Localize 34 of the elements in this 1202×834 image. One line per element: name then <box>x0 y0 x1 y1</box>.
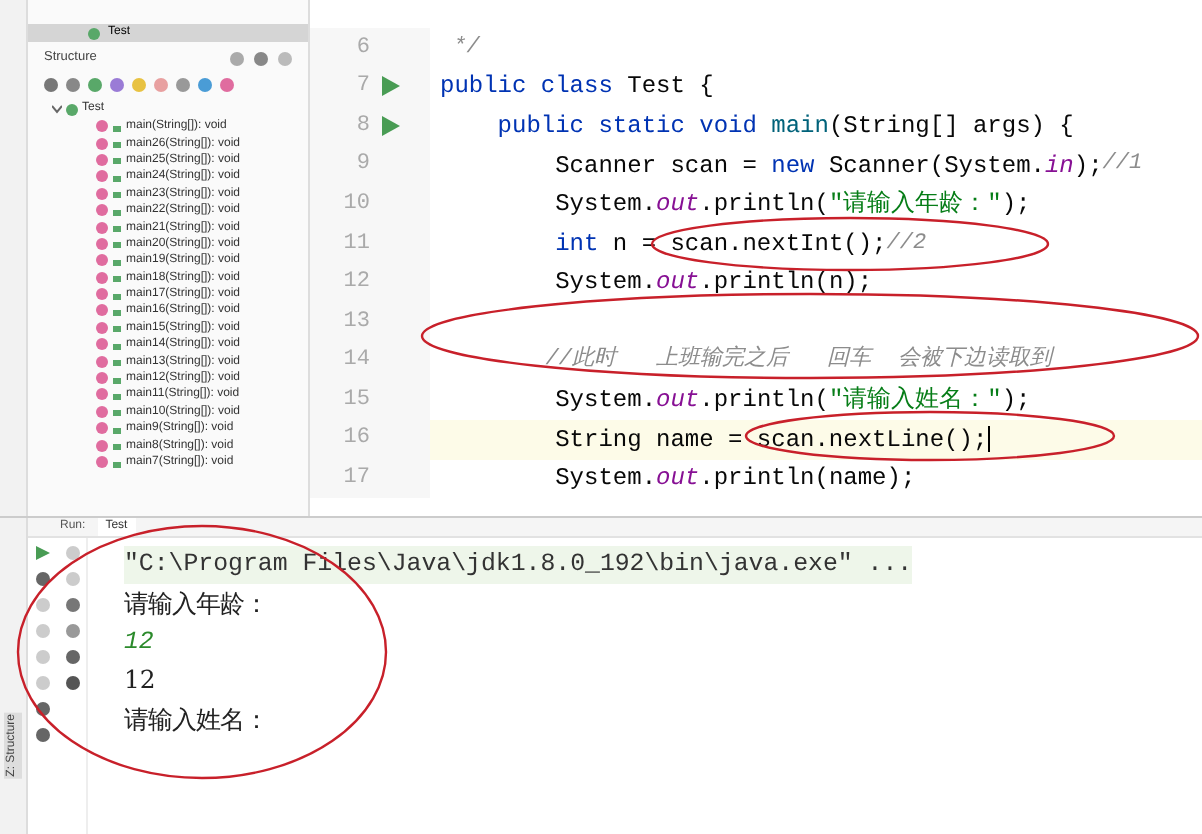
code-line: String name = scan.nextLine(); <box>553 423 990 458</box>
code-line: public static void main(String[] args) { <box>495 109 1074 144</box>
run-icon[interactable] <box>36 546 50 560</box>
expand-caret-icon[interactable] <box>52 104 62 114</box>
line-number: 12 <box>341 268 370 299</box>
line-number: 9 <box>354 150 370 181</box>
code-line: System.out.println(n); <box>553 266 873 301</box>
class-icon <box>88 27 100 39</box>
line-number: 11 <box>341 229 370 260</box>
line-number: 14 <box>341 346 370 377</box>
code-line: System.out.println("请输入姓名："); <box>553 384 1031 419</box>
console-line: 请输入姓名： <box>124 701 268 738</box>
run-icon[interactable] <box>381 76 399 97</box>
console-line: 请输入年龄： <box>124 585 268 622</box>
line-number: 16 <box>341 424 370 455</box>
line-number: 6 <box>354 33 370 64</box>
line-number: 8 <box>354 111 370 142</box>
line-number: 10 <box>341 189 370 220</box>
code-line: Scanner scan = new Scanner(System.in);//1 <box>553 149 1143 184</box>
code-line: */ <box>451 33 480 64</box>
console-line: 12 <box>124 625 154 660</box>
circle-icon[interactable] <box>198 77 212 91</box>
code-line: System.out.println("请输入年龄："); <box>553 188 1031 223</box>
line-number: 7 <box>354 72 370 103</box>
line-number: 13 <box>341 307 370 338</box>
text-cursor <box>987 426 990 453</box>
line-number: 17 <box>341 464 370 495</box>
code-line: System.out.println(name); <box>553 462 916 497</box>
circle-icon[interactable] <box>220 77 234 91</box>
console-line: 12 <box>124 662 156 699</box>
line-number: 15 <box>341 385 370 416</box>
run-icon[interactable] <box>381 115 399 136</box>
code-line: //此时 上班输完之后 回车 会被下边读取到 <box>543 344 1052 377</box>
code-line: public class Test { <box>438 70 714 105</box>
